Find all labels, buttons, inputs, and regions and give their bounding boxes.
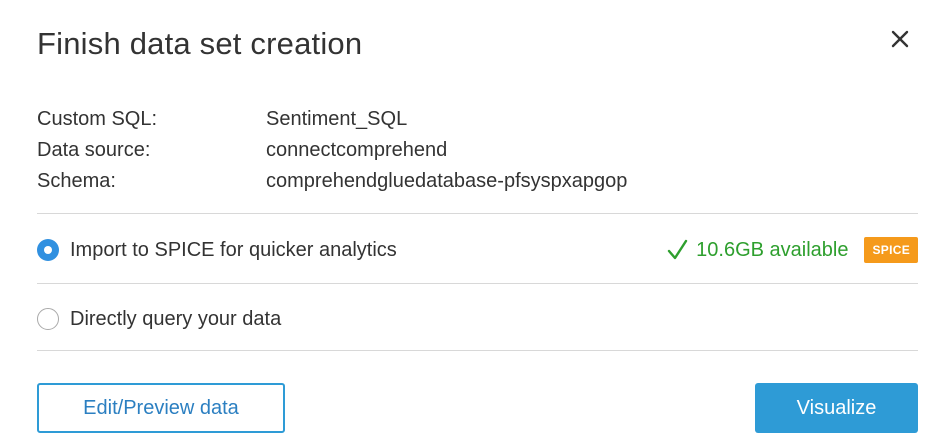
data-source-value: connectcomprehend [266,139,448,161]
custom-sql-label: Custom SQL: [37,108,158,130]
custom-sql-value: Sentiment_SQL [266,108,408,130]
checkmark-icon [667,239,688,260]
detail-row-data-source: Data source: connectcomprehend [37,135,627,166]
schema-label: Schema: [37,170,116,192]
visualize-button[interactable]: Visualize [755,383,918,433]
direct-query-radio[interactable] [37,308,59,330]
detail-row-custom-sql: Custom SQL: Sentiment_SQL [37,104,627,135]
close-button[interactable] [887,26,913,52]
option-import-spice[interactable]: Import to SPICE for quicker analytics 10… [37,236,918,264]
divider-top [37,213,918,214]
option-direct-query[interactable]: Directly query your data [37,305,918,333]
spice-badge: SPICE [864,237,918,263]
spice-option-label[interactable]: Import to SPICE for quicker analytics [70,239,397,262]
divider-bottom [37,350,918,351]
available-text: 10.6GB available [696,238,849,261]
data-source-label: Data source: [37,139,151,161]
spice-availability: 10.6GB available [666,239,848,262]
spice-radio[interactable] [37,239,59,261]
close-icon [891,30,909,48]
dialog-title: Finish data set creation [37,26,363,61]
finish-dataset-dialog: Finish data set creation Custom SQL: Sen… [0,0,939,441]
divider-middle [37,283,918,284]
dataset-details: Custom SQL: Sentiment_SQL Data source: c… [37,104,627,197]
edit-preview-button[interactable]: Edit/Preview data [37,383,285,433]
direct-query-label[interactable]: Directly query your data [70,308,281,331]
detail-row-schema: Schema: comprehendgluedatabase-pfsyspxap… [37,166,627,197]
schema-value: comprehendgluedatabase-pfsyspxapgop [266,170,628,192]
